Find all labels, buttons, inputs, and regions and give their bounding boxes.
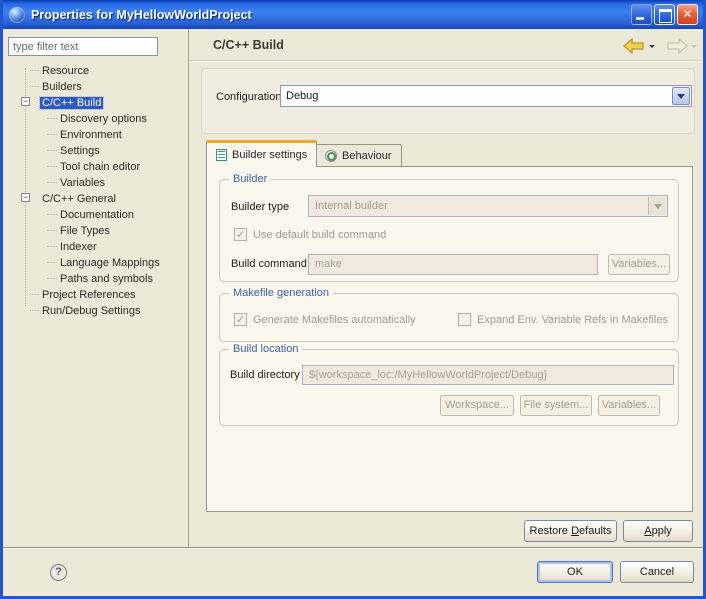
- cancel-button[interactable]: Cancel: [620, 561, 694, 583]
- builder-type-value: Internal builder: [315, 200, 388, 212]
- tree-item-language-mappings[interactable]: Language Mappings: [3, 254, 187, 270]
- builder-settings-panel: Builder Builder type Internal builder ✓ …: [206, 166, 693, 512]
- tree-item-c-c-build[interactable]: − C/C++ Build: [3, 94, 187, 110]
- build-location-group: Build location Build directory ${workspa…: [219, 349, 679, 426]
- combo-dropdown-icon[interactable]: [672, 87, 690, 105]
- makefile-generation-group: Makefile generation ✓ Generate Makefiles…: [219, 293, 679, 342]
- tree-item-label[interactable]: Tool chain editor: [58, 161, 142, 173]
- forward-dropdown-icon: [691, 45, 697, 51]
- page-title: C/C++ Build: [213, 38, 284, 52]
- build-command-variables-button: Variables...: [608, 254, 670, 275]
- tab-builder-settings[interactable]: Builder settings: [206, 140, 317, 167]
- configuration-value: Debug: [286, 90, 318, 102]
- use-default-label: Use default build command: [253, 229, 386, 241]
- tree-item-label[interactable]: Builders: [40, 81, 84, 93]
- tree-item-label[interactable]: C/C++ Build: [40, 97, 103, 109]
- properties-tree: Resource Builders − C/C++ Build Discovery op…: [3, 62, 187, 318]
- collapse-toggle-icon[interactable]: −: [21, 97, 30, 106]
- builder-type-dropdown-icon: [648, 197, 666, 215]
- header-separator: [189, 60, 703, 62]
- tree-item-label[interactable]: Discovery options: [58, 113, 149, 125]
- forward-arrow-icon: [666, 38, 688, 54]
- builder-settings-icon: [216, 149, 227, 161]
- tree-item-settings[interactable]: Settings: [3, 142, 187, 158]
- ok-button[interactable]: OK: [537, 561, 613, 583]
- configuration-section: Configuration: Debug: [201, 68, 695, 134]
- builder-group-title: Builder: [229, 173, 271, 185]
- close-button[interactable]: ✕: [677, 4, 698, 25]
- tree-item-label[interactable]: Documentation: [58, 209, 136, 221]
- window-title: Properties for MyHellowWorldProject: [31, 8, 631, 22]
- build-command-input: make: [308, 254, 598, 275]
- generate-makefiles-checkbox: ✓: [234, 313, 247, 326]
- filesystem-button: File system...: [520, 395, 592, 416]
- footer-separator: [3, 547, 703, 549]
- tree-item-file-types[interactable]: File Types: [3, 222, 187, 238]
- build-command-label: Build command:: [231, 258, 310, 270]
- tree-item-label[interactable]: Settings: [58, 145, 102, 157]
- tree-item-label[interactable]: Language Mappings: [58, 257, 162, 269]
- expand-env-checkbox: [458, 313, 471, 326]
- apply-button[interactable]: Apply: [623, 520, 693, 542]
- tree-item-builders[interactable]: Builders: [3, 78, 187, 94]
- panel-divider[interactable]: [188, 29, 189, 547]
- tree-item-label[interactable]: Paths and symbols: [58, 273, 155, 285]
- restore-defaults-button[interactable]: Restore Defaults: [524, 520, 617, 542]
- help-icon[interactable]: ?: [50, 564, 67, 581]
- expand-env-label: Expand Env. Variable Refs in Makefiles: [477, 314, 668, 326]
- build-directory-input: ${workspace_loc:/MyHellowWorldProject/De…: [302, 365, 674, 385]
- build-directory-label: Build directory: [230, 369, 300, 381]
- generate-makefiles-label: Generate Makefiles automatically: [253, 314, 416, 326]
- builder-group: Builder Builder type Internal builder ✓ …: [219, 179, 679, 282]
- tree-item-variables[interactable]: Variables: [3, 174, 187, 190]
- minimize-button[interactable]: [631, 4, 652, 25]
- back-arrow-icon[interactable]: [623, 38, 645, 54]
- tab-builder-settings-label: Builder settings: [232, 149, 307, 161]
- back-dropdown-icon[interactable]: [649, 45, 655, 51]
- behaviour-icon: [325, 150, 337, 162]
- tree-item-discovery-options[interactable]: Discovery options: [3, 110, 187, 126]
- tree-item-run-debug-settings[interactable]: Run/Debug Settings: [3, 302, 187, 318]
- build-dir-variables-button: Variables...: [598, 395, 660, 416]
- tree-item-resource[interactable]: Resource: [3, 62, 187, 78]
- tree-item-documentation[interactable]: Documentation: [3, 206, 187, 222]
- tree-item-project-references[interactable]: Project References: [3, 286, 187, 302]
- workspace-button: Workspace...: [440, 395, 514, 416]
- app-icon: [9, 7, 25, 23]
- tree-item-label[interactable]: Variables: [58, 177, 107, 189]
- tree-item-paths-and-symbols[interactable]: Paths and symbols: [3, 270, 187, 286]
- tree-item-label[interactable]: C/C++ General: [40, 193, 118, 205]
- maximize-button[interactable]: [654, 4, 675, 25]
- configuration-label: Configuration:: [216, 91, 285, 103]
- use-default-checkbox: ✓: [234, 228, 247, 241]
- filter-input[interactable]: [8, 37, 158, 56]
- titlebar[interactable]: Properties for MyHellowWorldProject ✕: [3, 0, 703, 29]
- tree-item-label[interactable]: Resource: [40, 65, 91, 77]
- tree-item-label[interactable]: Indexer: [58, 241, 99, 253]
- tree-item-tool-chain-editor[interactable]: Tool chain editor: [3, 158, 187, 174]
- builder-type-label: Builder type: [231, 201, 289, 213]
- tree-item-environment[interactable]: Environment: [3, 126, 187, 142]
- tree-item-label[interactable]: Project References: [40, 289, 138, 301]
- makefile-group-title: Makefile generation: [229, 287, 333, 299]
- builder-type-combo: Internal builder: [308, 195, 668, 217]
- build-location-group-title: Build location: [229, 343, 302, 355]
- tree-item-c-c-general[interactable]: − C/C++ General: [3, 190, 187, 206]
- tab-behaviour[interactable]: Behaviour: [315, 144, 402, 167]
- tab-behaviour-label: Behaviour: [342, 150, 392, 162]
- collapse-toggle-icon[interactable]: −: [21, 193, 30, 202]
- configuration-combo[interactable]: Debug: [280, 85, 692, 107]
- tree-item-label[interactable]: Run/Debug Settings: [40, 305, 142, 317]
- properties-dialog: Properties for MyHellowWorldProject ✕ Re…: [0, 0, 706, 599]
- tree-item-label[interactable]: File Types: [58, 225, 112, 237]
- tree-item-label[interactable]: Environment: [58, 129, 124, 141]
- tree-item-indexer[interactable]: Indexer: [3, 238, 187, 254]
